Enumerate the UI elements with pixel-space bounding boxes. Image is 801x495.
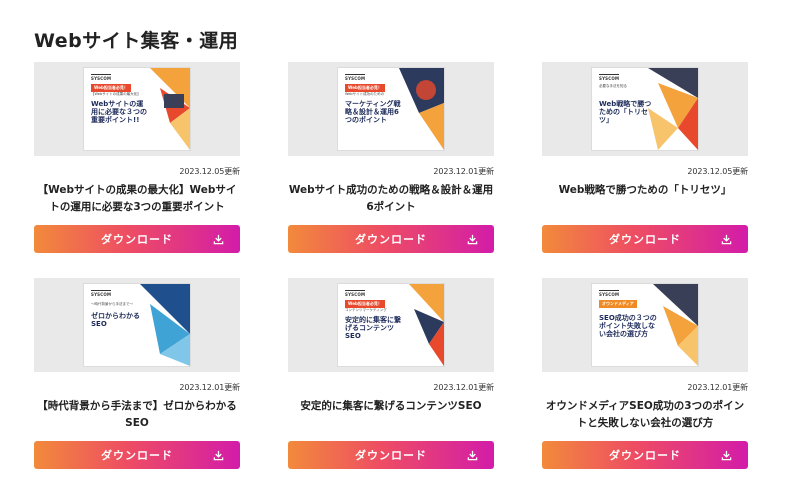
download-icon bbox=[721, 234, 732, 245]
download-icon bbox=[721, 450, 732, 461]
download-icon bbox=[213, 450, 224, 461]
download-card: SYSCOM 必要な手法を知る Web戦略で勝つための「トリセツ」 2023.1… bbox=[542, 62, 748, 274]
download-icon bbox=[467, 450, 478, 461]
cover-subtitle: Webサイト成功のための bbox=[345, 92, 385, 96]
card-title[interactable]: オウンドメディアSEO成功の3つのポイントと失敗しない会社の選び方 bbox=[542, 398, 748, 432]
download-button[interactable]: ダウンロード bbox=[288, 225, 494, 253]
updated-date: 2023.12.05更新 bbox=[687, 167, 748, 176]
download-button-label: ダウンロード bbox=[101, 449, 173, 462]
download-button[interactable]: ダウンロード bbox=[288, 441, 494, 469]
download-card: SYSCOM Web担当者必見！ コンテンツマーケティング 安定的に集客に繋げる… bbox=[288, 278, 494, 490]
cover-subtitle: 【Webサイトの成果の最大化】 bbox=[91, 92, 141, 96]
download-button-label: ダウンロード bbox=[609, 449, 681, 462]
card-thumbnail[interactable]: SYSCOM オウンドメディア SEO成功の３つのポイント失敗しない会社の選び方 bbox=[542, 278, 748, 372]
cover-tag: オウンドメディア bbox=[599, 300, 637, 308]
document-cover: SYSCOM オウンドメディア SEO成功の３つのポイント失敗しない会社の選び方 bbox=[592, 284, 698, 366]
cover-logo: SYSCOM bbox=[345, 290, 366, 297]
cover-subtitle: 〜時代背景から手法まで〜 bbox=[91, 302, 133, 306]
cover-logo: SYSCOM bbox=[345, 74, 366, 81]
card-thumbnail[interactable]: SYSCOM 〜時代背景から手法まで〜 ゼロからわかるSEO bbox=[34, 278, 240, 372]
cover-graphic bbox=[648, 68, 698, 150]
download-icon bbox=[213, 234, 224, 245]
card-thumbnail[interactable]: SYSCOM 必要な手法を知る Web戦略で勝つための「トリセツ」 bbox=[542, 62, 748, 156]
card-title[interactable]: Web戦略で勝つための「トリセツ」 bbox=[542, 182, 748, 199]
updated-date: 2023.12.01更新 bbox=[433, 167, 494, 176]
download-card: SYSCOM Web担当者必見！ Webサイト成功のための マーケティング戦略＆… bbox=[288, 62, 494, 274]
download-icon bbox=[467, 234, 478, 245]
updated-date: 2023.12.05更新 bbox=[179, 167, 240, 176]
download-card-grid: SYSCOM Web担当者必見！ 【Webサイトの成果の最大化】 Webサイトの… bbox=[34, 62, 748, 490]
document-cover: SYSCOM Web担当者必見！ コンテンツマーケティング 安定的に集客に繋げる… bbox=[338, 284, 444, 366]
document-cover: SYSCOM 〜時代背景から手法まで〜 ゼロからわかるSEO bbox=[84, 284, 190, 366]
card-thumbnail[interactable]: SYSCOM Web担当者必見！ コンテンツマーケティング 安定的に集客に繋げる… bbox=[288, 278, 494, 372]
updated-date: 2023.12.01更新 bbox=[433, 383, 494, 392]
download-card: SYSCOM Web担当者必見！ 【Webサイトの成果の最大化】 Webサイトの… bbox=[34, 62, 240, 274]
download-button[interactable]: ダウンロード bbox=[34, 441, 240, 469]
cover-graphic bbox=[399, 68, 444, 150]
card-title[interactable]: 【Webサイトの成果の最大化】Webサイトの運用に必要な3つの重要ポイント bbox=[34, 182, 240, 216]
download-card: SYSCOM 〜時代背景から手法まで〜 ゼロからわかるSEO 2023.12.0… bbox=[34, 278, 240, 490]
download-button-label: ダウンロード bbox=[609, 233, 681, 246]
cover-logo: SYSCOM bbox=[91, 290, 112, 297]
cover-tag: Web担当者必見！ bbox=[345, 300, 385, 308]
card-title[interactable]: 【時代背景から手法まで】ゼロからわかるSEO bbox=[34, 398, 240, 432]
card-thumbnail[interactable]: SYSCOM Web担当者必見！ Webサイト成功のための マーケティング戦略＆… bbox=[288, 62, 494, 156]
download-button[interactable]: ダウンロード bbox=[34, 225, 240, 253]
cover-tag: Web担当者必見！ bbox=[91, 84, 131, 92]
card-title[interactable]: Webサイト成功のための戦略＆設計＆運用6ポイント bbox=[288, 182, 494, 216]
cover-graphic bbox=[140, 284, 190, 366]
download-button-label: ダウンロード bbox=[355, 449, 427, 462]
updated-date: 2023.12.01更新 bbox=[687, 383, 748, 392]
cover-graphic bbox=[653, 284, 698, 366]
card-thumbnail[interactable]: SYSCOM Web担当者必見！ 【Webサイトの成果の最大化】 Webサイトの… bbox=[34, 62, 240, 156]
document-cover: SYSCOM 必要な手法を知る Web戦略で勝つための「トリセツ」 bbox=[592, 68, 698, 150]
updated-date: 2023.12.01更新 bbox=[179, 383, 240, 392]
section-title: Webサイト集客・運用 bbox=[34, 30, 239, 52]
download-button-label: ダウンロード bbox=[101, 233, 173, 246]
download-button-label: ダウンロード bbox=[355, 233, 427, 246]
card-title[interactable]: 安定的に集客に繋げるコンテンツSEO bbox=[288, 398, 494, 415]
document-cover: SYSCOM Web担当者必見！ 【Webサイトの成果の最大化】 Webサイトの… bbox=[84, 68, 190, 150]
cover-tag: Web担当者必見！ bbox=[345, 84, 385, 92]
download-button[interactable]: ダウンロード bbox=[542, 225, 748, 253]
cover-logo: SYSCOM bbox=[91, 74, 112, 81]
document-cover: SYSCOM Web担当者必見！ Webサイト成功のための マーケティング戦略＆… bbox=[338, 68, 444, 150]
cover-subtitle: コンテンツマーケティング bbox=[345, 308, 387, 312]
download-card: SYSCOM オウンドメディア SEO成功の３つのポイント失敗しない会社の選び方… bbox=[542, 278, 748, 490]
download-button[interactable]: ダウンロード bbox=[542, 441, 748, 469]
cover-logo: SYSCOM bbox=[599, 74, 620, 81]
cover-logo: SYSCOM bbox=[599, 290, 620, 297]
cover-graphic bbox=[150, 68, 190, 150]
cover-graphic bbox=[409, 284, 444, 366]
cover-subtitle: 必要な手法を知る bbox=[599, 84, 627, 88]
